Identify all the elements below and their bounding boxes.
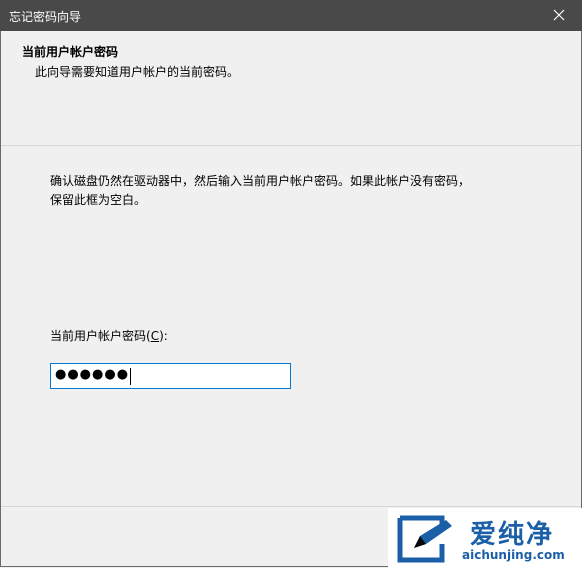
close-button[interactable] — [536, 0, 582, 31]
text-caret — [130, 368, 131, 385]
instructions-text: 确认磁盘仍然在驱动器中，然后输入当前用户帐户密码。如果此帐户没有密码， 保留此框… — [50, 172, 510, 210]
instructions-line-2: 保留此框为空白。 — [50, 193, 147, 207]
watermark-brand: 爱纯净 — [470, 520, 555, 550]
watermark: 爱纯净 aichunjing.com — [388, 508, 582, 568]
instructions-line-1: 确认磁盘仍然在驱动器中，然后输入当前用户帐户密码。如果此帐户没有密码， — [50, 174, 471, 188]
password-label-accelerator: C — [150, 329, 160, 343]
title-bar: 忘记密码向导 — [0, 0, 582, 31]
password-input[interactable]: ●●●●●● — [50, 363, 291, 389]
password-value: ●●●●●● — [55, 367, 130, 382]
header-divider — [1, 145, 581, 146]
brand-logo-icon — [397, 515, 452, 563]
page-subtitle: 此向导需要知道用户帐户的当前密码。 — [35, 65, 240, 79]
password-label: 当前用户帐户密码(C): — [50, 327, 168, 344]
password-label-suffix: ): — [159, 329, 168, 343]
close-icon — [553, 9, 565, 21]
password-label-prefix: 当前用户帐户密码( — [50, 329, 151, 343]
window-title: 忘记密码向导 — [9, 10, 82, 24]
page-title: 当前用户帐户密码 — [22, 45, 119, 59]
watermark-url: aichunjing.com — [462, 548, 565, 562]
